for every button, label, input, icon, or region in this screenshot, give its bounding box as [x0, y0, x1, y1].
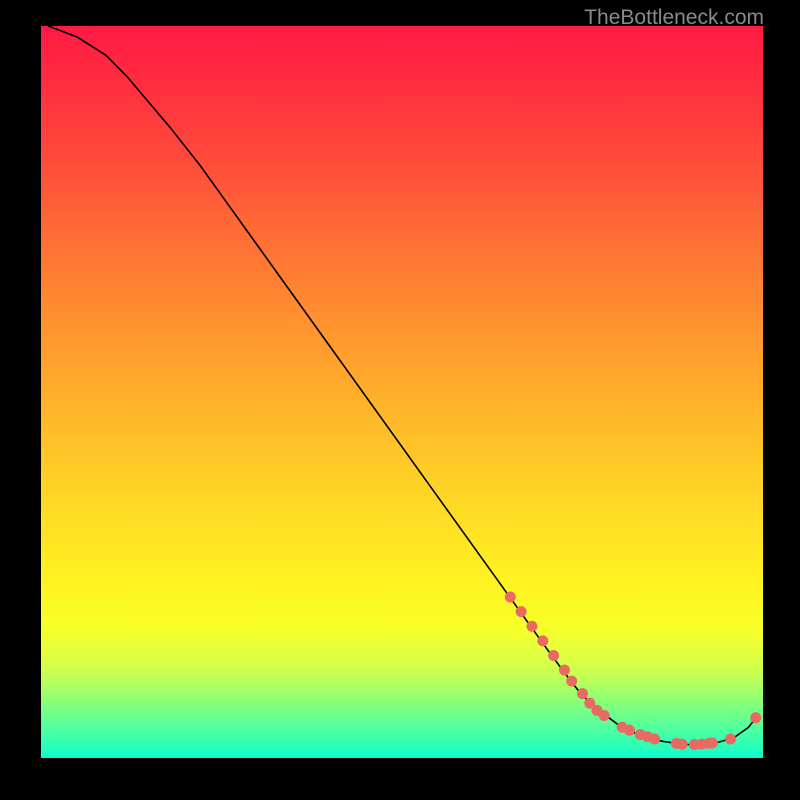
curve-line: [48, 26, 756, 745]
data-marker: [677, 739, 688, 750]
data-marker: [725, 733, 736, 744]
data-marker: [516, 606, 527, 617]
data-marker: [505, 591, 516, 602]
data-marker: [566, 676, 577, 687]
data-marker: [707, 737, 718, 748]
data-marker: [559, 665, 570, 676]
data-marker: [526, 621, 537, 632]
data-marker: [548, 650, 559, 661]
data-marker: [624, 725, 635, 736]
data-marker: [750, 712, 761, 723]
data-marker: [577, 688, 588, 699]
data-marker: [537, 635, 548, 646]
data-marker: [599, 710, 610, 721]
chart-svg: [41, 26, 763, 758]
data-marker: [649, 733, 660, 744]
chart-container: TheBottleneck.com: [0, 0, 800, 800]
watermark-text: TheBottleneck.com: [584, 6, 764, 30]
